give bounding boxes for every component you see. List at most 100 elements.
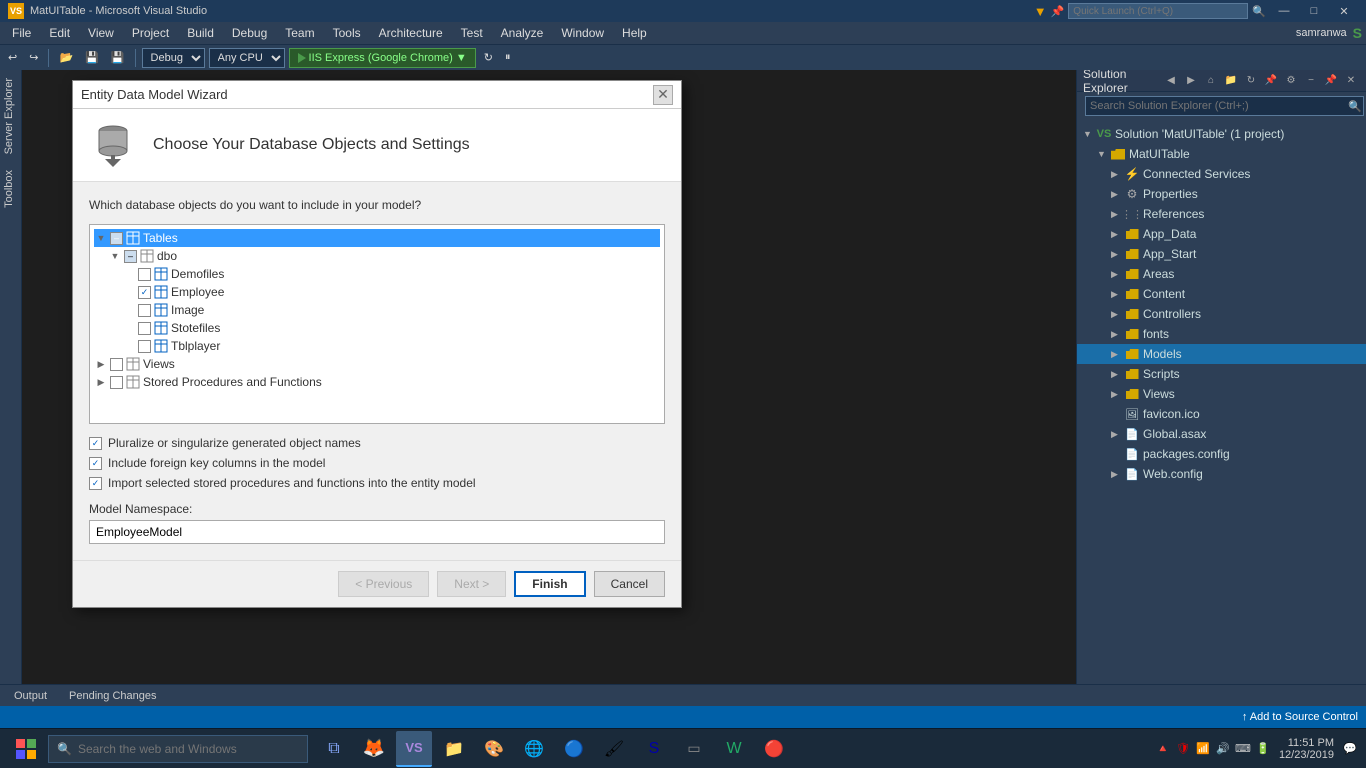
se-appdata-item[interactable]: ▶ App_Data	[1077, 224, 1366, 244]
paint-button[interactable]: 🖌	[596, 731, 632, 767]
open-file-button[interactable]: 📂	[55, 50, 77, 65]
menu-team[interactable]: Team	[277, 22, 322, 44]
se-settings-button[interactable]: ⚙	[1282, 72, 1300, 90]
dbo-checkbox[interactable]: –	[124, 250, 137, 263]
pause-button[interactable]: ⏸	[501, 50, 515, 65]
browser1-button[interactable]: 🌐	[516, 731, 552, 767]
se-areas-item[interactable]: ▶ Areas	[1077, 264, 1366, 284]
menu-edit[interactable]: Edit	[41, 22, 78, 44]
tree-views-row[interactable]: ▶ Views	[94, 355, 660, 373]
tree-container[interactable]: ▼ – Tables ▼ – dbo	[89, 224, 665, 424]
redo-button[interactable]: ↪	[25, 50, 42, 65]
se-fonts-item[interactable]: ▶ fonts	[1077, 324, 1366, 344]
start-button[interactable]	[8, 731, 44, 767]
battery-icon[interactable]: 🔋	[1255, 741, 1271, 757]
next-button[interactable]: Next >	[437, 571, 506, 597]
demofiles-checkbox[interactable]	[138, 268, 151, 281]
tblplayer-checkbox[interactable]	[138, 340, 151, 353]
menu-analyze[interactable]: Analyze	[493, 22, 552, 44]
save-button[interactable]: 💾	[81, 50, 103, 65]
taskbar-search-box[interactable]: 🔍	[48, 735, 308, 763]
tree-employee-row[interactable]: ✓ Employee	[122, 283, 660, 301]
terminal-button[interactable]: ▭	[676, 731, 712, 767]
menu-help[interactable]: Help	[614, 22, 655, 44]
image-checkbox[interactable]	[138, 304, 151, 317]
menu-debug[interactable]: Debug	[224, 22, 275, 44]
se-webconfig-item[interactable]: ▶ 📄 Web.config	[1077, 464, 1366, 484]
namespace-input[interactable]	[89, 520, 665, 544]
word-button[interactable]: W	[716, 731, 752, 767]
chrome2-button[interactable]: 🔴	[756, 731, 792, 767]
se-controllers-item[interactable]: ▶ Controllers	[1077, 304, 1366, 324]
maximize-button[interactable]: □	[1300, 2, 1328, 20]
se-scripts-item[interactable]: ▶ Scripts	[1077, 364, 1366, 384]
previous-button[interactable]: < Previous	[338, 571, 429, 597]
platform-select[interactable]: Any CPU	[209, 48, 285, 68]
tray-icon-1[interactable]: 🔺	[1155, 741, 1171, 757]
photoeditor-button[interactable]: 🎨	[476, 731, 512, 767]
network-icon[interactable]: 📶	[1195, 741, 1211, 757]
tree-image-row[interactable]: Image	[122, 301, 660, 319]
tree-stored-procedures-row[interactable]: ▶ Stored Procedures and Functions	[94, 373, 660, 391]
se-close-button[interactable]: ✕	[1342, 72, 1360, 90]
debug-mode-select[interactable]: Debug	[142, 48, 205, 68]
refresh-button[interactable]: ↻	[480, 50, 497, 65]
server-explorer-tab[interactable]: Server Explorer	[0, 70, 21, 162]
se-global-item[interactable]: ▶ 📄 Global.asax	[1077, 424, 1366, 444]
clock-area[interactable]: 11:51 PM 12/23/2019	[1279, 737, 1334, 761]
save-all-button[interactable]: 💾	[107, 50, 129, 65]
se-models-item[interactable]: ▶ Models	[1077, 344, 1366, 364]
se-matuitable-item[interactable]: ▼ MatUITable	[1077, 144, 1366, 164]
tables-expand-icon[interactable]: ▼	[94, 231, 108, 245]
tree-tblplayer-row[interactable]: Tblplayer	[122, 337, 660, 355]
toolbox-tab[interactable]: Toolbox	[0, 162, 21, 216]
se-home-button[interactable]: ⌂	[1202, 72, 1220, 90]
employee-checkbox[interactable]: ✓	[138, 286, 151, 299]
se-refresh-button[interactable]: ↻	[1242, 72, 1260, 90]
dialog-close-button[interactable]: ✕	[653, 85, 673, 105]
quick-launch-input[interactable]	[1068, 3, 1248, 19]
sp-expand-icon[interactable]: ▶	[94, 375, 108, 389]
se-packages-item[interactable]: ▶ 📄 packages.config	[1077, 444, 1366, 464]
se-dock-button[interactable]: 📌	[1262, 72, 1280, 90]
se-connected-services-item[interactable]: ▶ ⚡ Connected Services	[1077, 164, 1366, 184]
se-pin-button[interactable]: 📌	[1322, 72, 1340, 90]
close-button[interactable]: ✕	[1330, 2, 1358, 20]
option-cb-1[interactable]: ✓	[89, 437, 102, 450]
menu-view[interactable]: View	[80, 22, 122, 44]
se-back-button[interactable]: ◀	[1162, 72, 1180, 90]
menu-build[interactable]: Build	[179, 22, 222, 44]
se-search-input[interactable]	[1085, 96, 1364, 116]
skype-button[interactable]: S	[636, 731, 672, 767]
menu-file[interactable]: File	[4, 22, 39, 44]
tree-stotefiles-row[interactable]: Stotefiles	[122, 319, 660, 337]
se-properties-item[interactable]: ▶ ⚙ Properties	[1077, 184, 1366, 204]
se-minus-button[interactable]: −	[1302, 72, 1320, 90]
menu-test[interactable]: Test	[453, 22, 491, 44]
vs-taskbar-button[interactable]: VS	[396, 731, 432, 767]
stotefiles-checkbox[interactable]	[138, 322, 151, 335]
output-tab[interactable]: Output	[4, 688, 57, 704]
cancel-button[interactable]: Cancel	[594, 571, 665, 597]
undo-button[interactable]: ↩	[4, 50, 21, 65]
keyboard-icon[interactable]: ⌨	[1235, 741, 1251, 757]
sp-checkbox[interactable]	[110, 376, 123, 389]
views-checkbox[interactable]	[110, 358, 123, 371]
tree-tables-row[interactable]: ▼ – Tables	[94, 229, 660, 247]
se-views-item[interactable]: ▶ Views	[1077, 384, 1366, 404]
se-appstart-item[interactable]: ▶ App_Start	[1077, 244, 1366, 264]
notification-icon[interactable]: 💬	[1342, 741, 1358, 757]
minimize-button[interactable]: —	[1270, 2, 1298, 20]
antivirus-icon[interactable]: 🛡	[1175, 741, 1191, 757]
menu-architecture[interactable]: Architecture	[371, 22, 451, 44]
se-favicon-item[interactable]: ▶ 🖼 favicon.ico	[1077, 404, 1366, 424]
task-view-button[interactable]: ⧉	[316, 731, 352, 767]
firefox-button[interactable]: 🦊	[356, 731, 392, 767]
se-forward-button[interactable]: ▶	[1182, 72, 1200, 90]
option-cb-2[interactable]: ✓	[89, 457, 102, 470]
se-folder-button[interactable]: 📁	[1222, 72, 1240, 90]
pending-changes-tab[interactable]: Pending Changes	[59, 688, 166, 704]
menu-project[interactable]: Project	[124, 22, 177, 44]
dbo-expand-icon[interactable]: ▼	[108, 249, 122, 263]
tables-checkbox[interactable]: –	[110, 232, 123, 245]
